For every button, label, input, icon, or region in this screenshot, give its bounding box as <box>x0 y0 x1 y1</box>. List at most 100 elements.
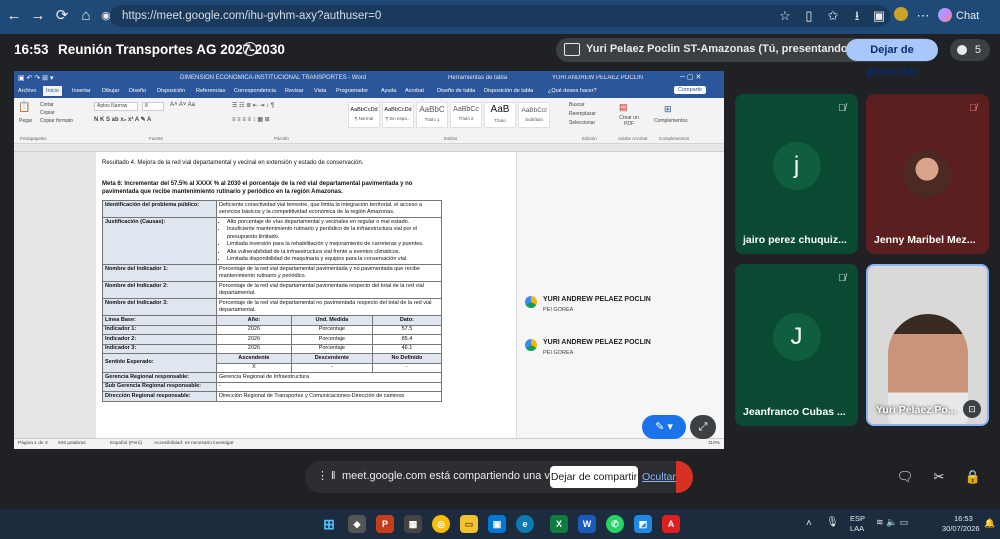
replace-button[interactable]: Reemplazar <box>569 111 596 117</box>
app-icon[interactable]: ◆ <box>348 515 366 533</box>
tab-inicio[interactable]: Inicio <box>43 86 62 96</box>
cut-button[interactable]: Cortar <box>40 102 54 108</box>
table-cell[interactable]: 2026 <box>216 343 292 354</box>
tab-vista[interactable]: Vista <box>314 88 326 94</box>
tab-dibujar[interactable]: Dibujar <box>102 88 119 94</box>
chat-icon[interactable]: 🗨 <box>894 466 916 488</box>
word-icon[interactable]: W <box>578 515 596 533</box>
table-cell[interactable]: 46.1 <box>371 343 443 354</box>
paste-icon[interactable]: 📋 <box>18 102 30 113</box>
drag-handle-icon[interactable]: ⋮ ǁ <box>317 469 336 482</box>
keyboard-layout[interactable]: LAA <box>850 524 864 533</box>
hide-button[interactable]: Ocultar <box>642 466 676 488</box>
participant-tile-self[interactable]: Yuri Pelaez Po... ⊡ <box>866 264 989 426</box>
app-icon[interactable]: ◩ <box>634 515 652 533</box>
table-cell[interactable]: - <box>371 362 443 373</box>
participant-tile[interactable]: j 🎙̸ jairo perez chuquiz... <box>735 94 858 254</box>
font-name-select[interactable]: Aptos Narrow <box>94 102 138 111</box>
expand-icon[interactable]: ⤢ <box>690 415 716 439</box>
network-volume-battery-icons[interactable]: ≋ 🔈 ▭ <box>876 517 908 528</box>
favorites-icon[interactable]: ✩ <box>824 7 842 25</box>
home-icon[interactable]: ⌂ <box>76 6 96 26</box>
addins-button[interactable]: Complementos <box>654 118 688 124</box>
tab-diseno-tabla[interactable]: Diseño de tabla <box>437 88 475 94</box>
more-menu-icon[interactable]: ⋯ <box>914 7 932 25</box>
app-icon[interactable]: ▦ <box>404 515 422 533</box>
font-size-controls[interactable]: A˄ A˅ Aa <box>170 102 195 108</box>
table-cell[interactable]: 85.4 <box>371 334 443 345</box>
style-heading2[interactable]: AaBbCc Título 2 <box>450 102 482 128</box>
participants-button[interactable]: 5 <box>950 39 990 61</box>
table-cell[interactable]: Porcentaje de la red vial departamental … <box>216 264 442 282</box>
tab-diseno[interactable]: Diseño <box>129 88 146 94</box>
font-size-select[interactable]: 8 <box>142 102 164 111</box>
zoom-level[interactable]: 110% <box>708 441 720 446</box>
style-title[interactable]: AaB Título <box>484 102 516 128</box>
language[interactable]: Español (Perú) <box>110 441 142 446</box>
style-heading1[interactable]: AaBbC Título 1 <box>416 102 448 128</box>
table-cell[interactable]: Porcentaje de la red vial departamental … <box>216 298 442 316</box>
pin-icon[interactable]: ⊡ <box>963 400 981 418</box>
find-button[interactable]: Buscar <box>569 102 585 108</box>
word-count[interactable]: 946 palabras <box>58 441 86 446</box>
app-icon[interactable]: ▣ <box>488 515 506 533</box>
word-quick-access-icons[interactable]: ▣ ↶ ↷ ⊞ ▾ <box>18 74 54 82</box>
table-cell[interactable]: - <box>216 381 442 392</box>
back-icon[interactable]: ← <box>4 6 24 26</box>
edge-icon[interactable]: e <box>516 515 534 533</box>
activities-icon[interactable]: ✂ <box>928 466 950 488</box>
style-no-spacing[interactable]: AaBbCcDd ¶ Sin espa... <box>382 102 414 128</box>
participant-tile[interactable]: J 🎙̸ Jeanfranco Cubas ... <box>735 264 858 426</box>
table-cell[interactable]: X <box>216 362 292 373</box>
window-controls[interactable]: ─ ▢ ✕ <box>680 73 701 81</box>
table-cell[interactable]: 2026 <box>216 324 292 335</box>
font-format-buttons[interactable]: N K S ab x₂ x² A ✎ A <box>94 116 151 123</box>
tab-archivo[interactable]: Archivo <box>18 88 36 94</box>
address-bar[interactable]: https://meet.google.com/ihu-gvhm-axy?aut… <box>110 5 890 27</box>
clock-time[interactable]: 16:53 <box>954 514 973 523</box>
apps-icon[interactable]: ▣ <box>870 7 888 25</box>
create-pdf-button[interactable]: Crear un PDF <box>617 115 641 127</box>
table-cell[interactable]: Gerencia Regional de Infraestructura <box>216 372 442 383</box>
excel-icon[interactable]: X <box>550 515 568 533</box>
participant-tile[interactable]: 🎙̸ Jenny Maribel Mez... <box>866 94 989 254</box>
language-code[interactable]: ESP <box>850 514 865 523</box>
end-call-button[interactable] <box>676 461 693 493</box>
stop-presenting-button[interactable]: Dejar de presentar <box>846 39 938 78</box>
windows-start-icon[interactable]: ⊞ <box>320 515 338 533</box>
clock-date[interactable]: 30/07/2026 <box>942 524 980 533</box>
copy-button[interactable]: Copiar <box>40 110 55 116</box>
tab-acrobat[interactable]: Acrobat <box>405 88 424 94</box>
table-cell[interactable]: 57.5 <box>371 324 443 335</box>
host-controls-icon[interactable]: 🔒 <box>962 466 984 488</box>
tray-chevron-icon[interactable]: ˄ <box>806 518 812 529</box>
tab-correspondencia[interactable]: Correspondencia <box>234 88 276 94</box>
table-cell[interactable]: Alto porcentaje de vías departamental y … <box>216 217 442 265</box>
table-cell[interactable]: Dirección Regional de Transportes y Comu… <box>216 391 442 402</box>
table-cell[interactable]: - <box>290 362 373 373</box>
tab-programador[interactable]: Programador <box>336 88 368 94</box>
file-explorer-icon[interactable]: ▭ <box>460 515 478 533</box>
paste-button[interactable]: Pegar <box>19 118 32 124</box>
table-cell[interactable]: Porcentaje <box>290 334 373 345</box>
page-count[interactable]: Página 1 de 3 <box>18 441 48 446</box>
table-cell[interactable]: 2026 <box>216 334 292 345</box>
annotate-pen-button[interactable]: ✎ ▾ <box>642 415 686 439</box>
tab-disposicion-tabla[interactable]: Disposición de tabla <box>484 88 533 94</box>
forward-icon[interactable]: → <box>28 6 48 26</box>
info-icon[interactable]: i <box>243 42 257 56</box>
split-view-icon[interactable]: ▯ <box>800 7 818 25</box>
acrobat-icon[interactable]: A <box>662 515 680 533</box>
style-subtitle[interactable]: AaBbCcl Subtítulo <box>518 102 550 128</box>
document-page[interactable]: Resultado 4. Mejora de la red vial depar… <box>96 152 516 438</box>
chrome-icon[interactable]: ◎ <box>432 515 450 533</box>
tab-ayuda[interactable]: Ayuda <box>381 88 397 94</box>
list-buttons[interactable]: ☰ ☷ ≣ ⇤ ⇥ ↕ ¶ <box>232 102 274 109</box>
table-cell[interactable]: Deficiente conectividad vial terrestre, … <box>216 200 442 218</box>
microphone-icon[interactable]: 🎙 <box>826 517 839 528</box>
notifications-icon[interactable]: 🔔 <box>984 518 995 529</box>
format-painter-button[interactable]: Copiar formato <box>40 118 73 124</box>
style-normal[interactable]: AaBbCcDd ¶ Normal <box>348 102 380 128</box>
stop-sharing-button[interactable]: Dejar de compartir <box>550 466 638 488</box>
whatsapp-icon[interactable]: ✆ <box>606 515 624 533</box>
